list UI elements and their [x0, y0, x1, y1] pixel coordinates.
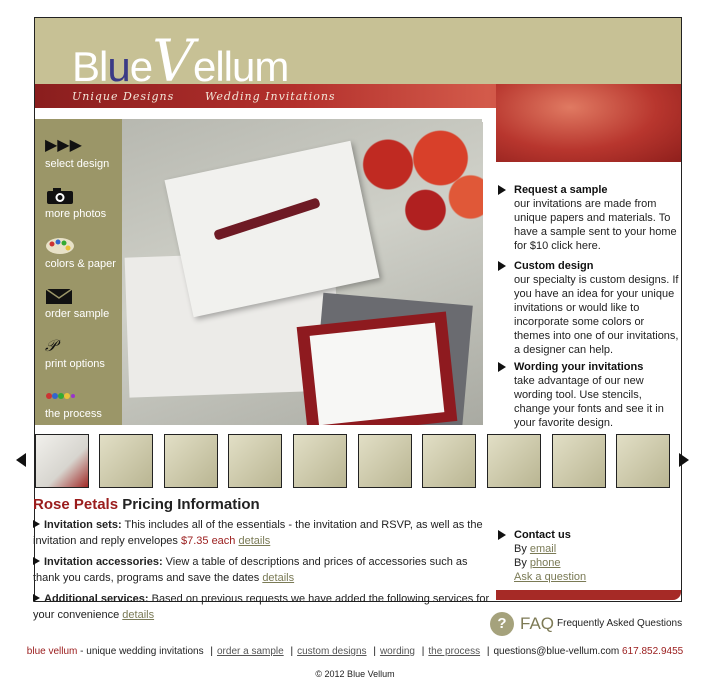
contact-email-line: By email: [498, 542, 680, 556]
invitation-sets-details-link[interactable]: details: [238, 535, 270, 547]
sidebar-item-label: more photos: [45, 208, 107, 220]
wording-section[interactable]: Wording your invitations take advantage …: [498, 360, 680, 430]
invitation-accessories-label: Invitation accessories:: [44, 556, 163, 568]
contact-section: Contact us By email By phone Ask a quest…: [498, 528, 680, 584]
footer-brand: blue vellum: [26, 646, 78, 657]
faq-label: FAQ: [520, 614, 555, 633]
photo-card-red: [296, 311, 458, 425]
prev-arrow-icon[interactable]: [16, 453, 26, 467]
logo-text-bl: Bl: [72, 43, 108, 90]
sidebar-item-label: the process: [45, 408, 102, 420]
additional-services-item: Additional services: Based on previous r…: [33, 591, 493, 623]
custom-design-text: our specialty is custom designs. If you …: [514, 274, 679, 356]
contact-phone-link[interactable]: phone: [530, 557, 561, 569]
additional-services-details-link[interactable]: details: [122, 609, 154, 621]
thumbnail[interactable]: [358, 434, 412, 488]
pricing-title-product: Rose Petals: [33, 496, 119, 513]
faq-link[interactable]: ? FAQ Frequently Asked Questions: [490, 612, 690, 638]
logo-text-u: u: [107, 43, 130, 90]
sidebar-item-more-photos[interactable]: more photos: [45, 187, 125, 220]
logo-text-e: e: [129, 43, 153, 90]
invitation-sets-price: $7.35 each: [180, 535, 236, 547]
copyright: © 2012 Blue Vellum: [315, 669, 395, 679]
thumbnail[interactable]: [422, 434, 476, 488]
thumbnail[interactable]: [616, 434, 670, 488]
invitation-sets-item: Invitation sets: This includes all of th…: [33, 517, 493, 549]
footer-phone: 617.852.9455: [622, 646, 684, 657]
footer-link-wording[interactable]: wording: [380, 646, 415, 657]
wording-heading[interactable]: Wording your invitations: [498, 360, 680, 374]
sidebar-item-label: print options: [45, 358, 105, 370]
footer-link-the-process[interactable]: the process: [428, 646, 480, 657]
footer-email[interactable]: questions@blue-vellum.com: [493, 646, 619, 657]
pricing-title-rest: Pricing Information: [118, 496, 260, 513]
thumbnail[interactable]: [35, 434, 89, 488]
photo-flowers: [343, 119, 483, 249]
sidebar-item-label: order sample: [45, 308, 110, 320]
sidebar-item-order-sample[interactable]: order sample: [45, 287, 125, 320]
footer-brand-tagline: - unique wedding invitations: [77, 646, 204, 657]
next-arrow-icon[interactable]: [679, 453, 689, 467]
sidebar-item-print-options[interactable]: 𝒫 print options: [45, 336, 125, 371]
thumbnail[interactable]: [228, 434, 282, 488]
footer-link-custom-designs[interactable]: custom designs: [297, 646, 366, 657]
camera-icon: [45, 187, 125, 205]
request-sample-text: our invitations are made from unique pap…: [514, 198, 677, 252]
thumbnail[interactable]: [552, 434, 606, 488]
thumbnail[interactable]: [487, 434, 541, 488]
logo-text-v: V: [152, 27, 194, 95]
custom-design-heading[interactable]: Custom design: [498, 259, 680, 273]
arrow-icon: [498, 261, 506, 271]
bullet-arrow-icon: [33, 594, 40, 602]
bullet-arrow-icon: [33, 557, 40, 565]
arrow-icon: [498, 530, 506, 540]
sidebar-item-the-process[interactable]: the process: [45, 387, 125, 420]
panel-bottom-band: [496, 590, 681, 600]
tagline-left: Unique Designs: [72, 90, 175, 103]
invitation-accessories-details-link[interactable]: details: [262, 572, 294, 584]
footer-nav: blue vellum - unique wedding invitations…: [26, 646, 684, 657]
tagline-right: Wedding Invitations: [205, 90, 336, 103]
main-product-photo: [122, 119, 483, 425]
site-logo[interactable]: BlueVellum: [72, 32, 289, 90]
sidebar-item-label: select design: [45, 158, 110, 170]
pricing-title: Rose Petals Pricing Information: [33, 497, 493, 513]
contact-heading: Contact us: [514, 529, 571, 541]
sidebar-item-colors-paper[interactable]: colors & paper: [45, 237, 125, 270]
ask-question-link[interactable]: Ask a question: [514, 571, 586, 583]
bullet-arrow-icon: [33, 520, 40, 528]
thumbnail[interactable]: [164, 434, 218, 488]
wording-text: take advantage of our new wording tool. …: [514, 375, 664, 429]
request-sample-heading[interactable]: Request a sample: [498, 183, 680, 197]
additional-services-label: Additional services:: [44, 593, 149, 605]
contact-by-label: By: [514, 557, 530, 569]
arrow-icon: [498, 185, 506, 195]
print-icon: 𝒫: [45, 336, 57, 355]
play-arrows-icon: ▶▶▶: [45, 137, 82, 154]
sidebar-item-select-design[interactable]: ▶▶▶ select design: [45, 137, 125, 170]
contact-by-label: By: [514, 543, 530, 555]
question-mark-icon: ?: [490, 612, 514, 636]
request-sample-section[interactable]: Request a sample our invitations are mad…: [498, 183, 680, 253]
contact-phone-line: By phone: [498, 556, 680, 570]
sidebar: ▶▶▶ select design more photos colors & p…: [35, 119, 122, 425]
thumbnail[interactable]: [293, 434, 347, 488]
envelope-icon: [45, 287, 125, 305]
arrow-icon: [498, 362, 506, 372]
header-red-photo: [496, 84, 681, 162]
thumbnail-strip: [0, 432, 710, 490]
sidebar-item-label: colors & paper: [45, 258, 116, 270]
custom-design-section[interactable]: Custom design our specialty is custom de…: [498, 259, 680, 357]
process-icon: [45, 387, 125, 405]
thumbnail[interactable]: [99, 434, 153, 488]
contact-email-link[interactable]: email: [530, 543, 556, 555]
invitation-sets-label: Invitation sets:: [44, 519, 122, 531]
palette-icon: [45, 237, 125, 255]
footer-link-order-sample[interactable]: order a sample: [217, 646, 284, 657]
invitation-accessories-item: Invitation accessories: View a table of …: [33, 554, 493, 586]
pricing-section: Rose Petals Pricing Information Invitati…: [33, 497, 493, 628]
faq-description: Frequently Asked Questions: [557, 618, 683, 629]
logo-text-ellum: ellum: [192, 43, 289, 90]
